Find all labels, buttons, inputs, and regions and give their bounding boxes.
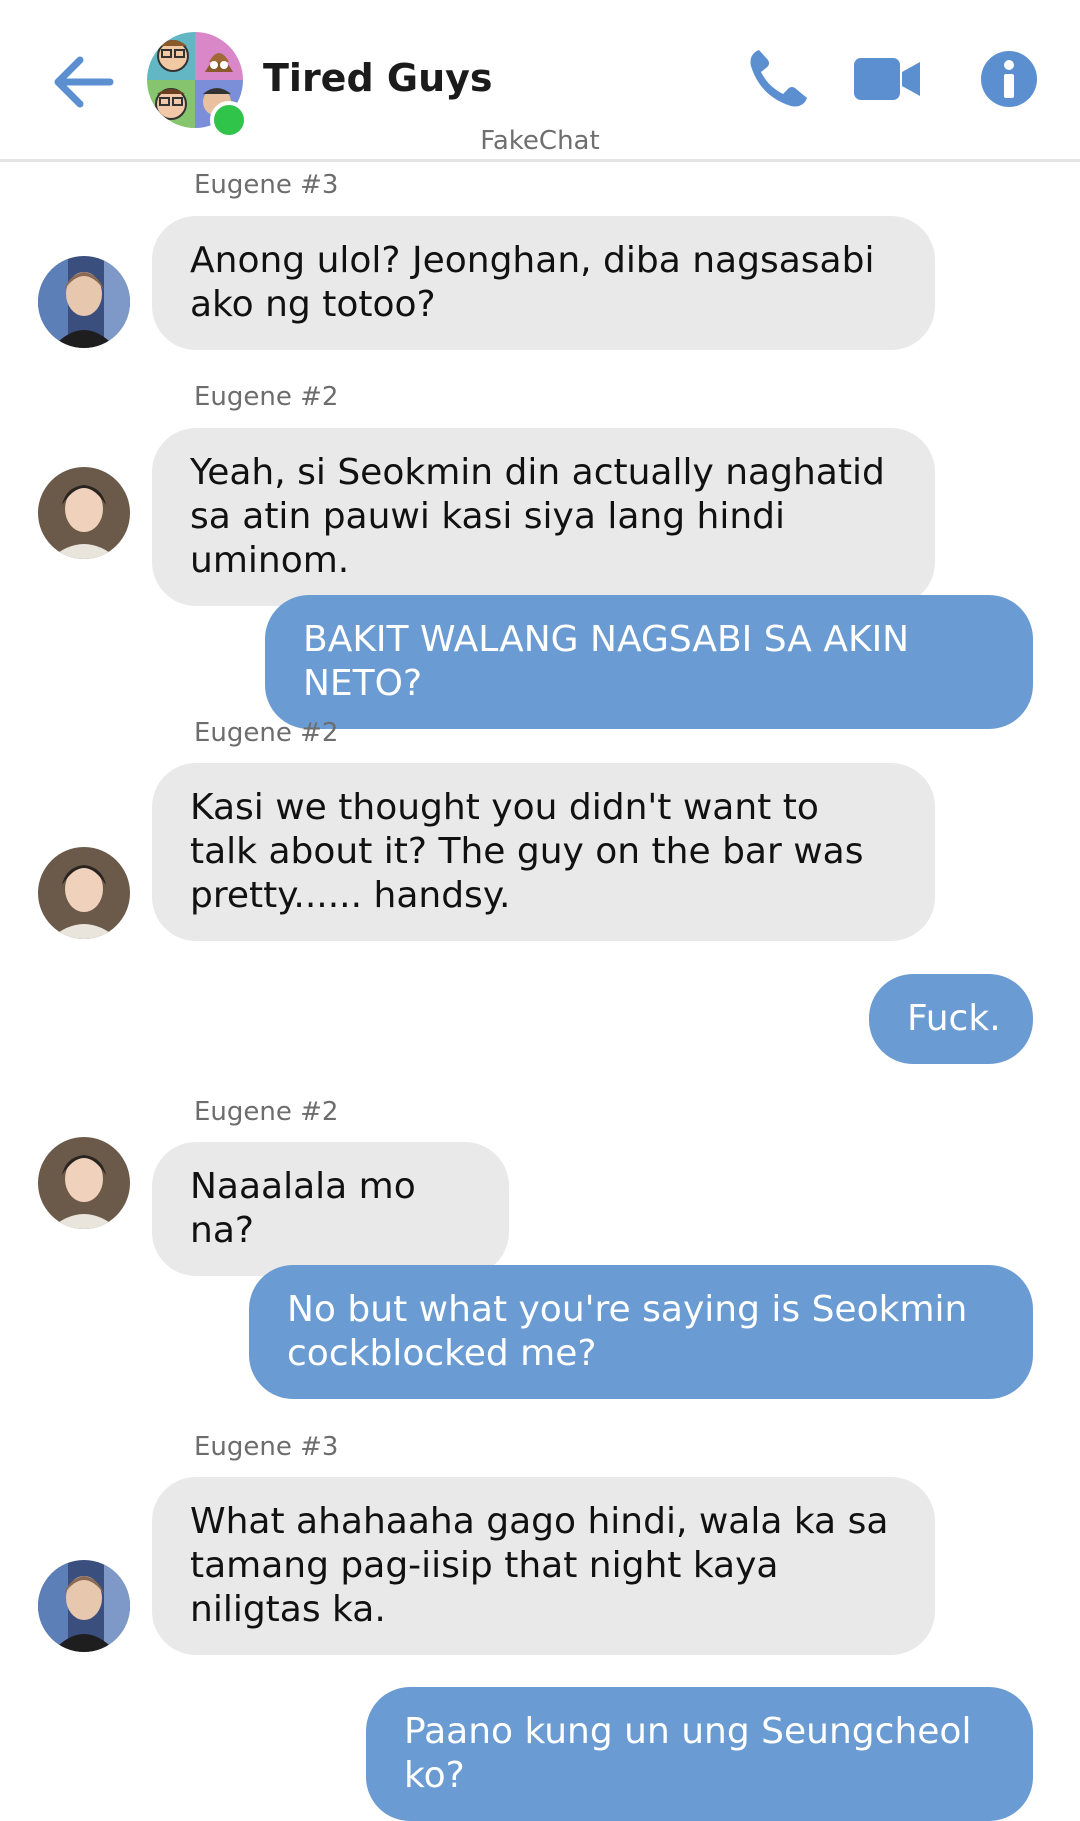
chat-header: Tired Guys FakeChat	[0, 0, 1080, 162]
back-arrow-icon[interactable]	[50, 52, 114, 112]
avatar-photo	[38, 847, 130, 939]
message-bubble-incoming[interactable]: Yeah, si Seokmin din actually naghatid s…	[152, 428, 935, 606]
message-bubble-incoming[interactable]: Kasi we thought you didn't want to talk …	[152, 763, 935, 941]
chat-title[interactable]: Tired Guys	[263, 56, 493, 100]
avatar-photo	[38, 256, 130, 348]
sender-name: Eugene #2	[194, 1097, 339, 1127]
sender-name: Eugene #3	[194, 1432, 339, 1462]
avatar-photo	[38, 1560, 130, 1652]
message-bubble-outgoing[interactable]: Paano kung un ung Seungcheol ko?	[366, 1687, 1033, 1821]
message-bubble-outgoing[interactable]: BAKIT WALANG NAGSABI SA AKIN NETO?	[265, 595, 1033, 729]
avatar[interactable]	[38, 1560, 130, 1652]
sender-name: Eugene #2	[194, 718, 339, 748]
avatar[interactable]	[38, 256, 130, 348]
message-bubble-incoming[interactable]: What ahahaaha gago hindi, wala ka sa tam…	[152, 1477, 935, 1655]
message-bubble-incoming[interactable]: Naaalala mo na?	[152, 1142, 509, 1276]
info-icon[interactable]	[980, 50, 1038, 108]
phone-icon[interactable]	[745, 46, 809, 112]
avatar[interactable]	[38, 467, 130, 559]
message-bubble-outgoing[interactable]: No but what you're saying is Seokmin coc…	[249, 1265, 1033, 1399]
video-camera-icon[interactable]	[852, 54, 922, 104]
avatar[interactable]	[38, 847, 130, 939]
avatar-photo	[38, 467, 130, 559]
message-bubble-outgoing[interactable]: Fuck.	[869, 974, 1033, 1064]
watermark-label: FakeChat	[480, 126, 600, 156]
avatar-photo	[38, 1137, 130, 1229]
sender-name: Eugene #2	[194, 382, 339, 412]
sender-name: Eugene #3	[194, 170, 339, 200]
avatar[interactable]	[38, 1137, 130, 1229]
message-bubble-incoming[interactable]: Anong ulol? Jeonghan, diba nagsasabi ako…	[152, 216, 935, 350]
